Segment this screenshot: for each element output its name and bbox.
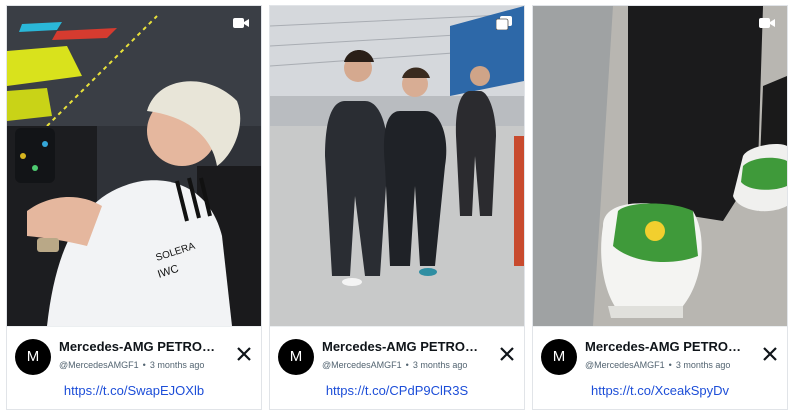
post-link[interactable]: https://t.co/SwapEJOXlb <box>7 383 261 398</box>
avatar[interactable]: M <box>541 339 577 375</box>
post-link[interactable]: https://t.co/XceakSpyDv <box>533 383 787 398</box>
post-time: 3 months ago <box>149 360 205 370</box>
post-meta: @MercedesAMGF1 • 3 months ago <box>585 360 760 370</box>
video-camera-icon <box>233 16 249 30</box>
author-name[interactable]: Mercedes-AMG PETRONAS F... <box>585 339 750 354</box>
x-logo-icon[interactable] <box>500 347 514 361</box>
author-handle[interactable]: @MercedesAMGF1 <box>59 360 139 370</box>
sneakers-photo <box>533 6 787 326</box>
post-media-video[interactable]: SOLERA IWC <box>7 6 261 326</box>
post-media-video[interactable] <box>533 6 787 326</box>
post-link[interactable]: https://t.co/CPdP9ClR3S <box>270 383 524 398</box>
x-logo-icon[interactable] <box>763 347 777 361</box>
post-info: M Mercedes-AMG PETRONAS F... @MercedesAM… <box>7 326 261 409</box>
author-handle[interactable]: @MercedesAMGF1 <box>585 360 665 370</box>
x-logo-icon[interactable] <box>237 347 251 361</box>
post-card[interactable]: M Mercedes-AMG PETRONAS F... @MercedesAM… <box>269 5 525 410</box>
post-meta: @MercedesAMGF1 • 3 months ago <box>322 360 497 370</box>
post-info: M Mercedes-AMG PETRONAS F... @MercedesAM… <box>533 326 787 409</box>
post-card[interactable]: SOLERA IWC M Mercedes-AMG PETRONAS F... … <box>6 5 262 410</box>
driver-in-simulator-photo: SOLERA IWC <box>7 6 261 326</box>
avatar[interactable]: M <box>15 339 51 375</box>
post-info: M Mercedes-AMG PETRONAS F... @MercedesAM… <box>270 326 524 409</box>
video-camera-icon <box>759 16 775 30</box>
gallery-icon <box>496 16 512 30</box>
team-walking-photo <box>270 6 524 326</box>
post-time: 3 months ago <box>412 360 468 370</box>
post-time: 3 months ago <box>675 360 731 370</box>
separator-dot: • <box>405 360 409 370</box>
post-card[interactable]: M Mercedes-AMG PETRONAS F... @MercedesAM… <box>532 5 788 410</box>
author-name[interactable]: Mercedes-AMG PETRONAS F... <box>59 339 224 354</box>
separator-dot: • <box>668 360 672 370</box>
separator-dot: • <box>142 360 146 370</box>
author-name[interactable]: Mercedes-AMG PETRONAS F... <box>322 339 487 354</box>
post-media-gallery[interactable] <box>270 6 524 326</box>
post-meta: @MercedesAMGF1 • 3 months ago <box>59 360 234 370</box>
author-handle[interactable]: @MercedesAMGF1 <box>322 360 402 370</box>
avatar[interactable]: M <box>278 339 314 375</box>
